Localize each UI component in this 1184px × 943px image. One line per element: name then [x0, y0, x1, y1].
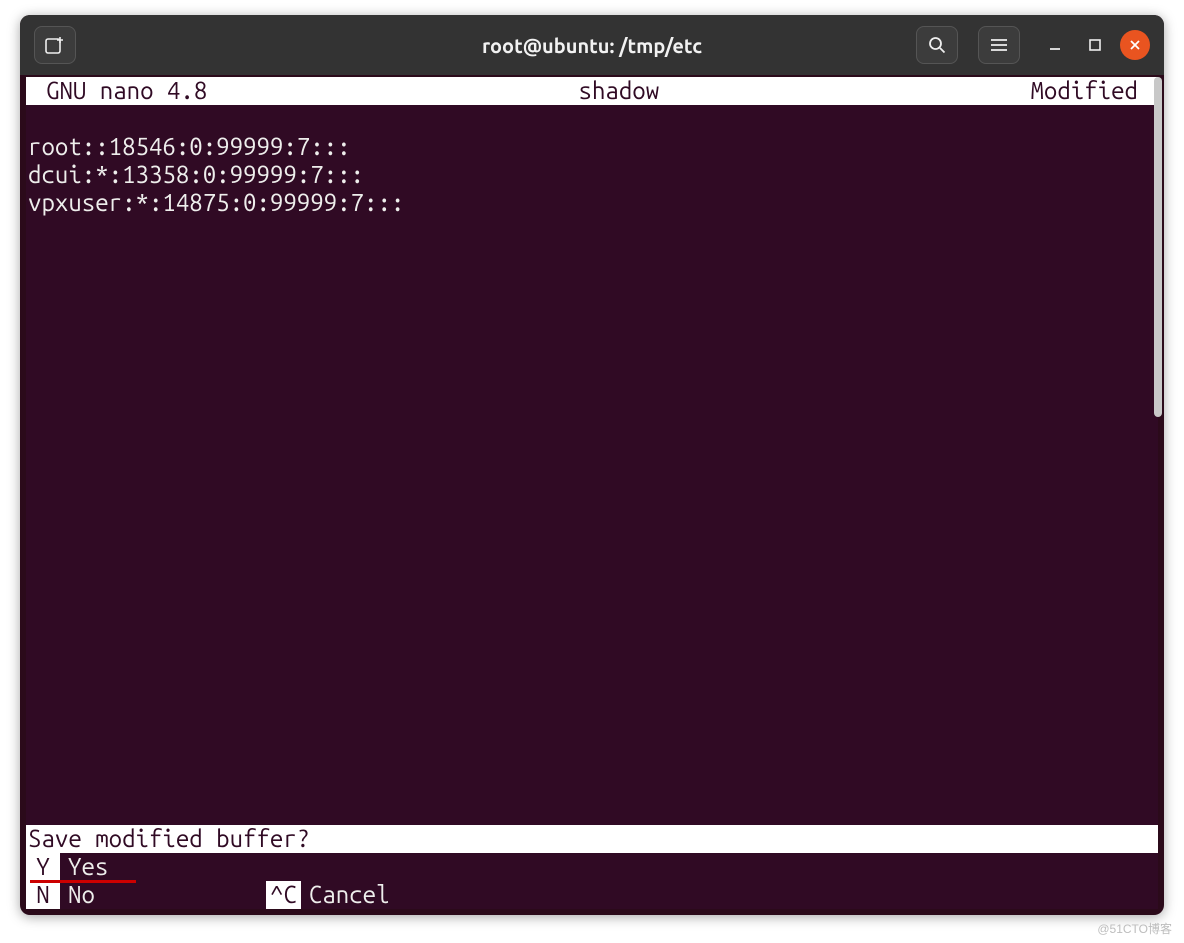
- option-no-key: N: [26, 881, 60, 909]
- minimize-icon: [1048, 38, 1062, 52]
- content-line: dcui:*:13358:0:99999:7:::: [28, 161, 364, 188]
- option-cancel-key: ^C: [266, 881, 301, 909]
- option-cancel[interactable]: ^C Cancel: [266, 881, 390, 909]
- annotation-underline: [30, 880, 136, 883]
- terminal-window: root@ubuntu: /tmp/etc: [20, 15, 1164, 915]
- nano-prompt-bar: Save modified buffer?: [26, 825, 1158, 853]
- terminal-viewport[interactable]: GNU nano 4.8 shadow Modified root::18546…: [26, 77, 1158, 909]
- nano-filename: shadow: [207, 77, 1030, 105]
- content-line: vpxuser:*:14875:0:99999:7:::: [28, 189, 404, 216]
- option-yes-label: Yes: [60, 853, 108, 881]
- scrollbar-thumb[interactable]: [1154, 77, 1162, 417]
- new-tab-button[interactable]: [34, 26, 76, 64]
- option-no-label: No: [60, 881, 95, 909]
- option-cancel-label: Cancel: [301, 881, 390, 909]
- watermark-text: @51CTO博客: [1097, 920, 1172, 937]
- close-button[interactable]: [1120, 30, 1150, 60]
- window-titlebar: root@ubuntu: /tmp/etc: [20, 15, 1164, 75]
- minimize-button[interactable]: [1040, 30, 1070, 60]
- menu-button[interactable]: [978, 26, 1020, 64]
- new-tab-icon: [45, 36, 65, 54]
- content-line: root::18546:0:99999:7:::: [28, 133, 351, 160]
- nano-app-name: GNU nano 4.8: [30, 77, 207, 105]
- nano-header-bar: GNU nano 4.8 shadow Modified: [26, 77, 1158, 105]
- search-button[interactable]: [916, 26, 958, 64]
- nano-options: Y Yes N No ^C Cancel: [26, 853, 1158, 909]
- maximize-icon: [1088, 38, 1102, 52]
- nano-modified-status: Modified: [1030, 77, 1154, 105]
- search-icon: [928, 36, 946, 54]
- close-icon: [1129, 39, 1141, 51]
- maximize-button[interactable]: [1080, 30, 1110, 60]
- editor-content[interactable]: root::18546:0:99999:7::: dcui:*:13358:0:…: [26, 105, 1158, 217]
- option-yes-key: Y: [26, 853, 60, 881]
- option-no[interactable]: N No: [26, 881, 226, 909]
- hamburger-icon: [990, 38, 1008, 52]
- nano-prompt-text: Save modified buffer?: [28, 825, 310, 853]
- option-yes[interactable]: Y Yes: [26, 853, 108, 881]
